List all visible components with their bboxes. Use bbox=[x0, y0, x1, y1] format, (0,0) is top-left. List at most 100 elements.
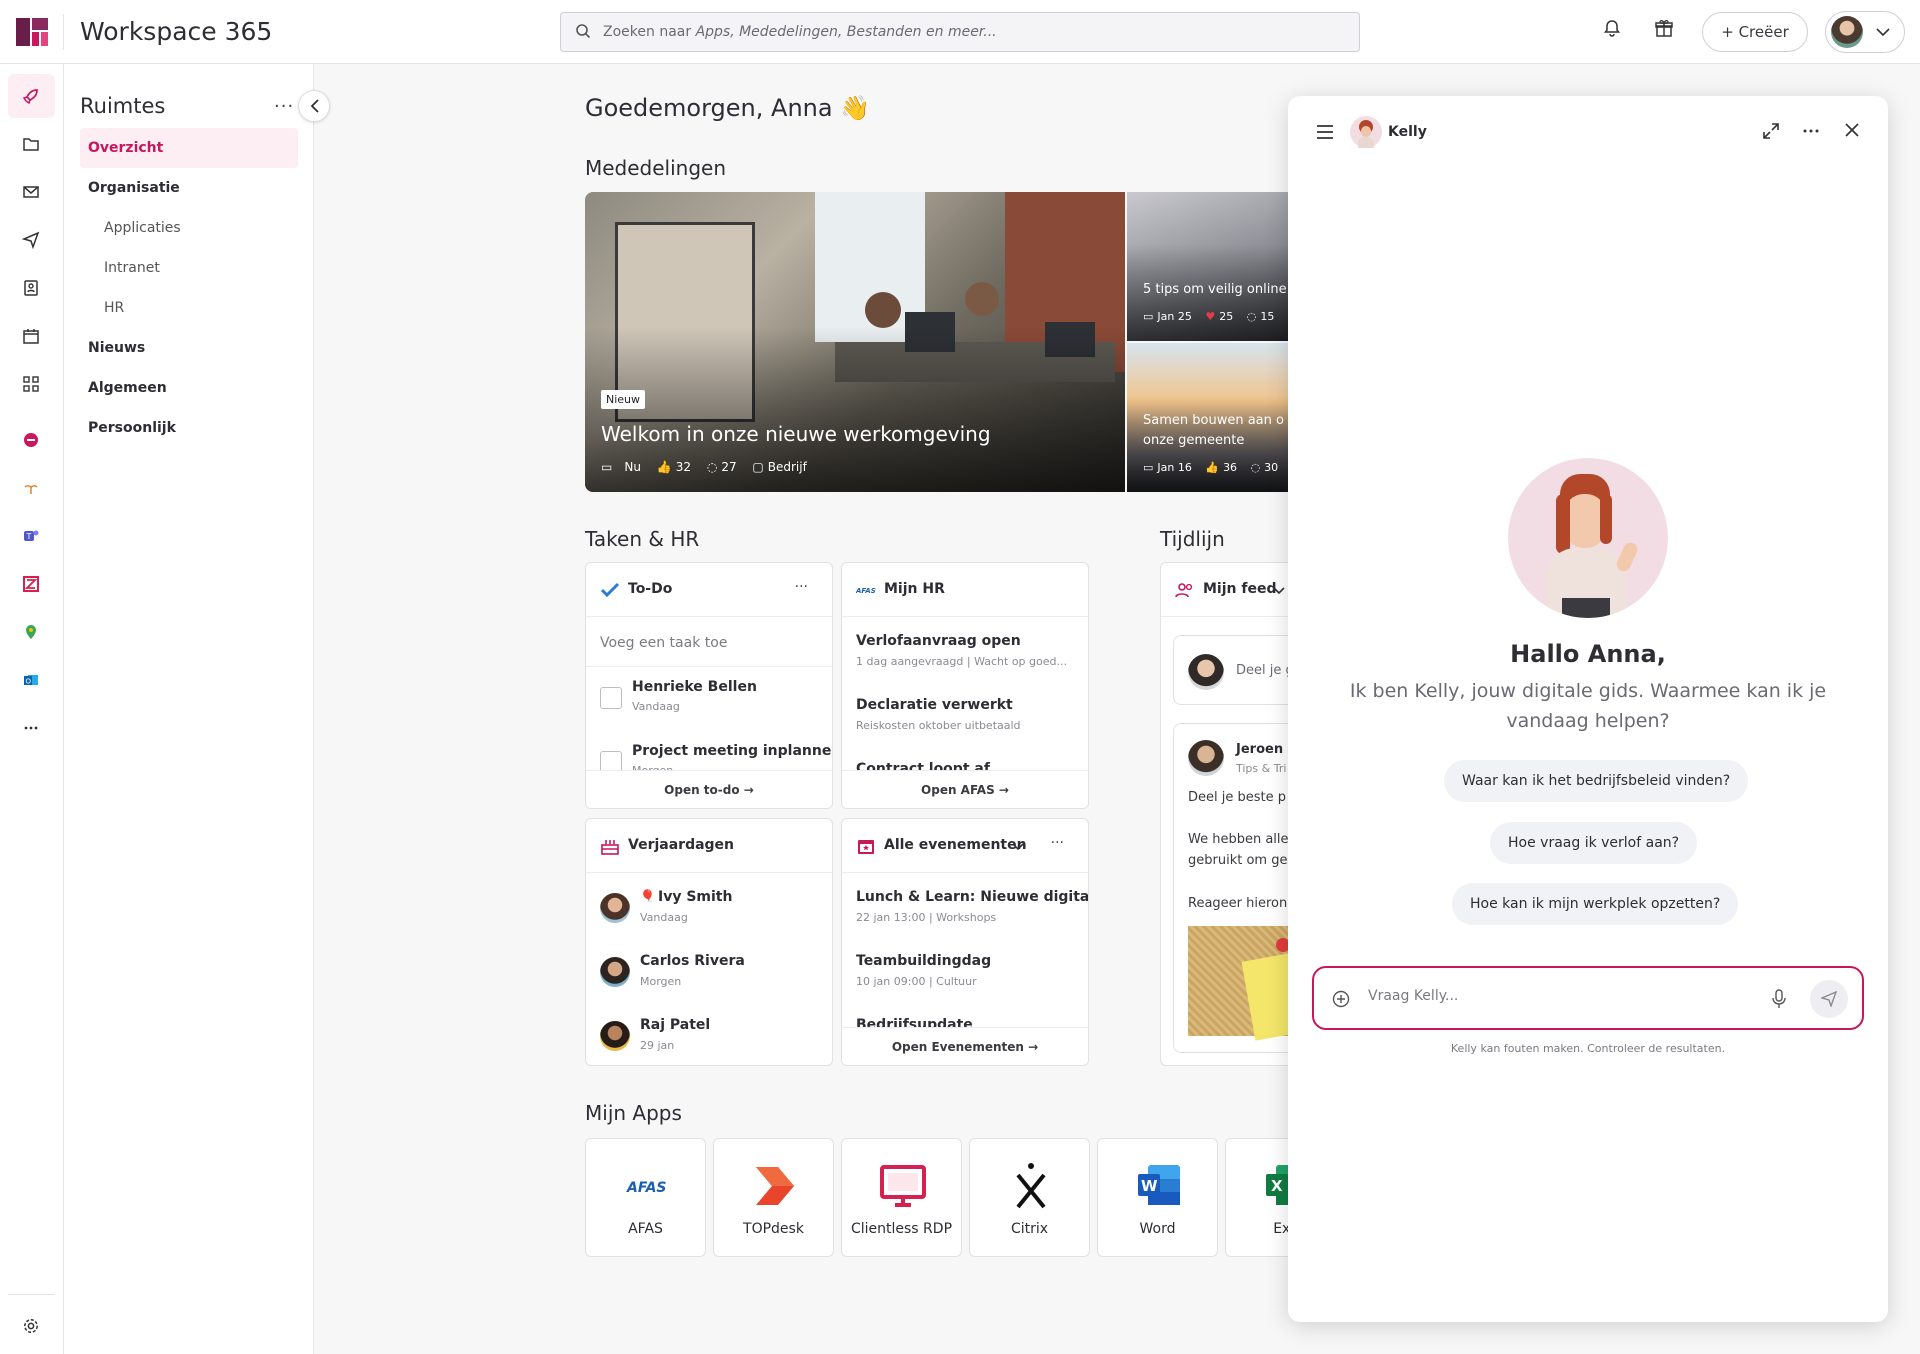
news-comments: 27 bbox=[721, 460, 737, 474]
cake-icon bbox=[601, 840, 619, 855]
news-side-date: Jan 25 bbox=[1157, 310, 1192, 323]
suggestion-chip[interactable]: Hoe vraag ik verlof aan? bbox=[1490, 822, 1698, 864]
card-title[interactable]: Alle evenementen bbox=[884, 837, 1027, 853]
more-icon[interactable] bbox=[1802, 122, 1820, 140]
send-icon bbox=[22, 231, 40, 249]
birthday-date: Vandaag bbox=[640, 911, 688, 924]
topdesk-icon bbox=[756, 1167, 794, 1205]
rail-mail[interactable] bbox=[8, 170, 55, 214]
news-card-side-1[interactable]: 5 tips om veilig online ▭ Jan 25 ♥ 25 ◌ 15 bbox=[1127, 192, 1305, 341]
news-side-meta: ▭ Jan 25 ♥ 25 ◌ 15 bbox=[1143, 310, 1284, 323]
hamburger-menu-icon[interactable] bbox=[1316, 124, 1334, 140]
open-afas-link[interactable]: Open AFAS → bbox=[842, 770, 1088, 808]
space-item-nieuws[interactable]: Nieuws bbox=[80, 328, 298, 368]
add-task-input[interactable]: Voeg een taak toe bbox=[600, 635, 727, 651]
divider bbox=[63, 14, 64, 50]
card-header: Mijn feed bbox=[1161, 563, 1299, 617]
user-menu-button[interactable] bbox=[1825, 11, 1905, 53]
rail-app-palm[interactable] bbox=[8, 466, 55, 510]
bell-icon[interactable] bbox=[1602, 18, 1630, 46]
event-sub: 22 jan 13:00 | Workshops bbox=[856, 911, 997, 924]
rail-files[interactable] bbox=[8, 122, 55, 166]
event-title[interactable]: Lunch & Learn: Nieuwe digital... bbox=[856, 889, 1088, 905]
card-title: Verjaardagen bbox=[628, 837, 735, 853]
open-events-link[interactable]: Open Evenementen → bbox=[842, 1027, 1088, 1065]
post-text-line: We hebben alle bbox=[1188, 832, 1289, 847]
rail-apps[interactable] bbox=[8, 362, 55, 406]
rail-app-red[interactable] bbox=[8, 418, 55, 462]
hr-item-title[interactable]: Declaratie verwerkt bbox=[856, 697, 1013, 713]
workspace-logo-icon[interactable] bbox=[16, 18, 48, 46]
open-todo-link[interactable]: Open to-do → bbox=[586, 770, 832, 808]
contacts-icon bbox=[24, 280, 38, 296]
chevron-down-icon[interactable] bbox=[1273, 587, 1285, 595]
chevron-down-icon[interactable] bbox=[1012, 843, 1024, 851]
task-checkbox[interactable] bbox=[600, 687, 622, 709]
close-icon[interactable] bbox=[1844, 122, 1860, 138]
card-header: To-Do ··· bbox=[586, 563, 832, 617]
send-button[interactable] bbox=[1810, 980, 1848, 1018]
space-item-applicaties[interactable]: Applicaties bbox=[80, 208, 298, 248]
post-author[interactable]: Jeroen I bbox=[1236, 742, 1292, 757]
space-item-persoonlijk[interactable]: Persoonlijk bbox=[80, 408, 298, 448]
news-card-side-2[interactable]: Samen bouwen aan o van onze gemeente ▭ Ja… bbox=[1127, 343, 1305, 492]
collapse-sidebar-button[interactable] bbox=[298, 90, 330, 122]
rail-teams[interactable]: T bbox=[8, 514, 55, 558]
post-text-line: Reageer hieron bbox=[1188, 896, 1288, 911]
spaces-more-button[interactable]: ··· bbox=[274, 96, 294, 117]
card-more-button[interactable]: ··· bbox=[1051, 835, 1064, 851]
rail-zendesk[interactable] bbox=[8, 562, 55, 606]
rail-outlook[interactable]: O bbox=[8, 658, 55, 702]
task-date: Vandaag bbox=[632, 700, 680, 713]
app-tile-citrix[interactable]: Citrix bbox=[969, 1138, 1090, 1257]
rail-more[interactable] bbox=[8, 706, 55, 750]
search-input[interactable]: Zoeken naar Apps, Mededelingen, Bestande… bbox=[560, 12, 1360, 52]
space-item-intranet[interactable]: Intranet bbox=[80, 248, 298, 288]
rail-maps[interactable] bbox=[8, 610, 55, 654]
post-text-line: gebruikt om ge bbox=[1188, 853, 1288, 868]
rail-contacts[interactable] bbox=[8, 266, 55, 310]
space-item-organisatie[interactable]: Organisatie bbox=[80, 168, 298, 208]
hr-card: AFAS Mijn HR Verlofaanvraag open 1 dag a… bbox=[841, 562, 1089, 809]
space-item-hr[interactable]: HR bbox=[80, 288, 298, 328]
space-item-algemeen[interactable]: Algemeen bbox=[80, 368, 298, 408]
kelly-illustration bbox=[1508, 458, 1668, 618]
app-tile-topdesk[interactable]: TOPdesk bbox=[713, 1138, 834, 1257]
rail-send[interactable] bbox=[8, 218, 55, 262]
rail-rocket[interactable] bbox=[8, 74, 55, 118]
news-card-main[interactable]: Nieuw Welkom in onze nieuwe werkomgeving… bbox=[585, 192, 1125, 492]
create-button[interactable]: + Creëer bbox=[1702, 12, 1808, 52]
app-tile-rdp[interactable]: Clientless RDP bbox=[841, 1138, 962, 1257]
kelly-avatar bbox=[1350, 116, 1382, 148]
gift-icon[interactable] bbox=[1654, 18, 1682, 46]
space-item-overzicht[interactable]: Overzicht bbox=[80, 128, 298, 168]
event-title[interactable]: Teambuildingdag bbox=[856, 953, 991, 969]
comment-icon: ◌ bbox=[706, 460, 718, 474]
feed-filter[interactable]: Mijn feed bbox=[1203, 581, 1276, 597]
task-title[interactable]: Henrieke Bellen bbox=[632, 679, 757, 695]
more-icon bbox=[24, 726, 38, 730]
divider bbox=[8, 1294, 55, 1295]
expand-icon[interactable] bbox=[1762, 122, 1780, 140]
birthday-name[interactable]: Ivy Smith bbox=[658, 889, 732, 905]
app-tile-word[interactable]: W Word bbox=[1097, 1138, 1218, 1257]
news-side-likes: 25 bbox=[1219, 310, 1234, 323]
task-title[interactable]: Project meeting inplannen bbox=[632, 743, 832, 759]
rail-settings[interactable] bbox=[8, 1304, 55, 1348]
app-tile-afas[interactable]: AFAS AFAS bbox=[585, 1138, 706, 1257]
share-box[interactable]: Deel je g bbox=[1173, 635, 1299, 705]
birthday-name[interactable]: Raj Patel bbox=[640, 1017, 710, 1033]
hr-item-title[interactable]: Verlofaanvraag open bbox=[856, 633, 1021, 649]
suggestion-chip[interactable]: Waar kan ik het bedrijfsbeleid vinden? bbox=[1444, 760, 1749, 802]
suggestion-chip[interactable]: Hoe kan ik mijn werkplek opzetten? bbox=[1452, 883, 1739, 925]
avatar bbox=[600, 893, 630, 923]
thumbs-up-icon: 👍 bbox=[1205, 461, 1220, 474]
chat-input[interactable]: Vraag Kelly... bbox=[1312, 966, 1864, 1030]
heart-icon: ♥ bbox=[1205, 310, 1216, 323]
add-attachment-icon[interactable] bbox=[1332, 990, 1350, 1008]
rail-calendar[interactable] bbox=[8, 314, 55, 358]
announcements-carousel: Nieuw Welkom in onze nieuwe werkomgeving… bbox=[585, 192, 1305, 492]
birthday-name[interactable]: Carlos Rivera bbox=[640, 953, 745, 969]
card-more-button[interactable]: ··· bbox=[795, 579, 808, 595]
microphone-icon[interactable] bbox=[1772, 989, 1786, 1009]
